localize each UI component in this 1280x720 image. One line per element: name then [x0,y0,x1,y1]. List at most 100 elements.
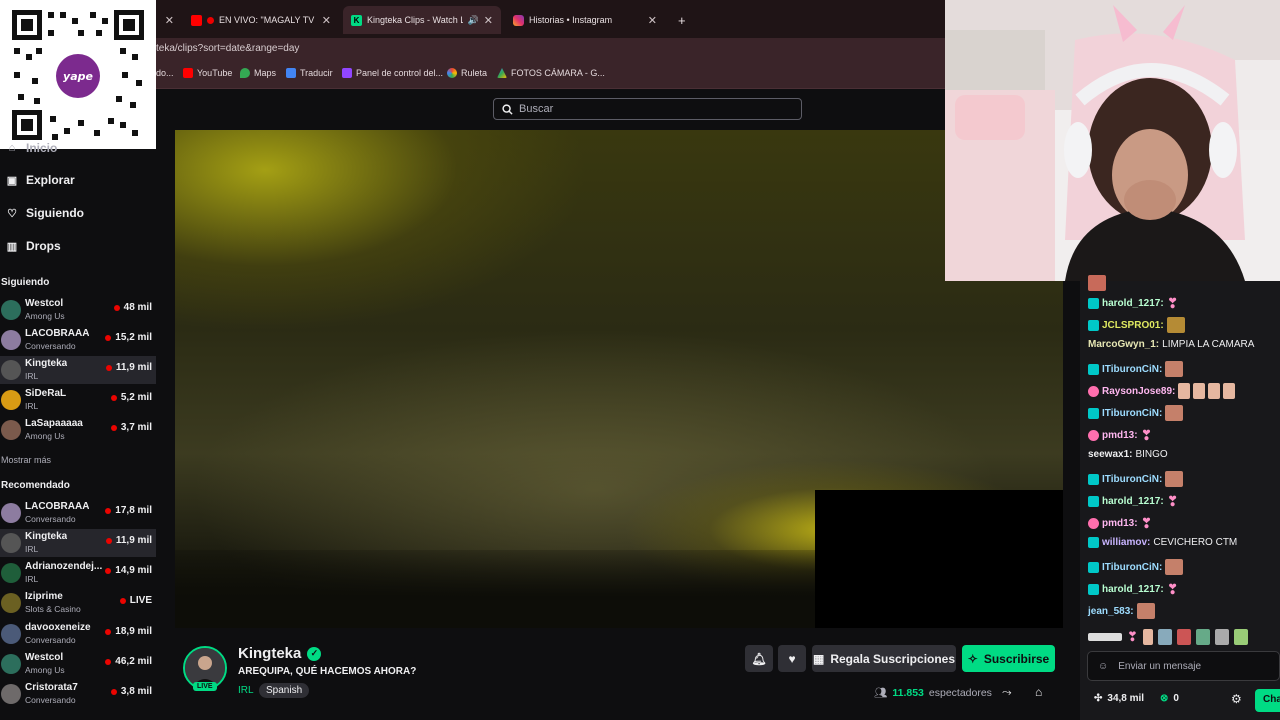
following-channel[interactable]: SiDeRaL IRL 5,2 mil [0,386,156,414]
emote [1165,361,1184,377]
bell-icon: 🔔︎ [751,651,767,666]
chat-message: pmd13: ❣ [1088,427,1152,444]
badge-icon [1088,496,1099,507]
heart-icon: ♡ [7,207,17,220]
home-icon: ⌂ [8,142,16,154]
kick-icon: K [351,14,362,26]
chat-message: ITiburonCiN: [1088,405,1184,421]
bookmark-ruleta[interactable]: Ruleta [447,68,487,78]
recommended-channel[interactable]: Westcol Among Us 46,2 mil [0,650,156,678]
tab-youtube[interactable]: EN VIVO: "MAGALY TV LA FI ✕ [183,6,339,34]
search-icon [502,103,513,115]
chat-send-button[interactable]: Cha [1255,689,1280,712]
bookmark-panel[interactable]: Panel de control del... [342,68,443,78]
live-badge: LIVE [193,682,217,691]
live-dot-icon [105,334,112,341]
chat-input[interactable]: ☺ Enviar un mensaje [1087,651,1280,681]
recommended-channel[interactable]: LACOBRAAA Conversando 17,8 mil [0,499,156,527]
heart-icon: ♥ [788,651,796,666]
avatar [1,563,21,583]
drops-icon: ▥ [6,240,18,253]
badge-icon [1088,319,1099,331]
live-dot-icon [105,628,112,635]
tab-kick[interactable]: K Kingteka Clips - Watch Live 🔊 ✕ [343,6,501,34]
avatar [1,390,21,410]
following-channel[interactable]: LACOBRAAA Conversando 15,2 mil [0,326,156,354]
recommended-channel[interactable]: Adrianozendej... IRL 14,9 mil [0,559,156,587]
bookmark-maps[interactable]: Maps [240,68,276,78]
streamer-name[interactable]: Kingteka ✓ [238,645,322,662]
kicks-count[interactable]: ⊗ 0 [1160,693,1179,704]
live-dot-icon [110,688,117,695]
instagram-icon [513,14,524,26]
recommended-channel[interactable]: davooxeneize Conversando 18,9 mil [0,620,156,648]
maps-icon [240,68,250,78]
emote: ❣ [1166,493,1179,509]
emote-picker-icon[interactable]: ☺ [1098,661,1108,672]
nav-inicio[interactable]: ⌂ Inicio [6,141,58,155]
search-input[interactable]: Buscar [493,98,802,120]
bookmark-fotos[interactable]: FOTOS CÁMARA - G... [497,68,605,78]
webcam-overlay [945,0,1280,281]
live-dot-icon [207,16,214,24]
stream-category[interactable]: IRL [238,685,254,696]
bookmark-youtube[interactable]: YouTube [183,68,232,78]
chat-message: harold_1217: ❣ [1088,295,1178,312]
twitch-icon [342,68,352,78]
subscribe-button[interactable]: ✧ Suscribirse [962,645,1055,672]
following-channel[interactable]: Westcol Among Us 48 mil [0,296,156,324]
tab-close-partial[interactable]: ✕ [156,6,182,34]
nav-drops[interactable]: ▥ Drops [6,239,61,253]
live-dot-icon [113,304,120,311]
emote: ❣ [1166,295,1179,311]
avatar [1,300,21,320]
notification-button[interactable]: 🔔︎ [745,645,773,672]
avatar [1,503,21,523]
recommended-channel-active[interactable]: Kingteka IRL 11,9 mil [0,529,156,557]
chat-message: ITiburonCiN: [1088,361,1184,377]
google-icon [447,68,457,78]
gift-subs-button[interactable]: ▦ Regala Suscripciones [812,645,956,672]
webcam-image [945,0,1280,281]
channel-points[interactable]: ✣ 34,8 mil [1094,693,1144,704]
following-channel[interactable]: LaSapaaaaa Among Us 3,7 mil [0,416,156,444]
chat-message: JCLSPRO01: [1088,317,1185,333]
show-more-link[interactable]: Mostrar más [1,455,51,465]
badge-icon [1088,584,1099,595]
nav-explorar[interactable]: ▣ Explorar [6,173,75,187]
settings-icon[interactable]: ⚙ [1231,692,1242,706]
clip-icon[interactable]: ⌂ [1035,685,1042,699]
tab-instagram[interactable]: Historias • Instagram ✕ [505,6,665,34]
badge-icon [1088,518,1099,529]
tab-label: Kingteka Clips - Watch Live [367,15,463,25]
language-tag[interactable]: Spanish [259,683,310,698]
live-dot-icon [105,537,112,544]
recommended-title: Recomendado [1,480,70,491]
share-icon[interactable]: ⤳ [1002,685,1012,700]
recommended-channel[interactable]: Cristorata7 Conversando 3,8 mil [0,680,156,708]
avatar [1,624,21,644]
points-icon: ✣ [1094,693,1103,704]
speaker-icon[interactable]: 🔊 [468,15,479,26]
compass-icon: ▣ [6,174,18,187]
close-icon[interactable]: ✕ [322,14,331,27]
follow-button[interactable]: ♥ [778,645,806,672]
new-tab-button[interactable]: + [670,6,690,34]
url-text: teka/clips?sort=date&range=day [156,43,300,54]
chat-message: ITiburonCiN: [1088,559,1184,575]
nav-siguiendo[interactable]: ♡ Siguiendo [6,206,84,220]
following-channel-active[interactable]: Kingteka IRL 11,9 mil [0,356,156,384]
following-title: Siguiendo [1,277,50,288]
close-icon[interactable]: ✕ [484,14,493,27]
bookmark-partial[interactable]: do... [156,68,174,78]
live-dot-icon [119,597,126,604]
gift-icon: ▦ [812,651,825,666]
close-icon[interactable]: ✕ [648,14,657,27]
chat-message: ITiburonCiN: [1088,471,1184,487]
chat-message: jean_583: [1088,603,1155,619]
qr-code-overlay: yape [0,0,156,149]
recommended-channel[interactable]: Iziprime Slots & Casino LIVE [0,589,156,617]
chat-message: pmd13: ❣ [1088,515,1152,532]
emote [1166,317,1185,333]
bookmark-traducir[interactable]: Traducir [286,68,333,78]
